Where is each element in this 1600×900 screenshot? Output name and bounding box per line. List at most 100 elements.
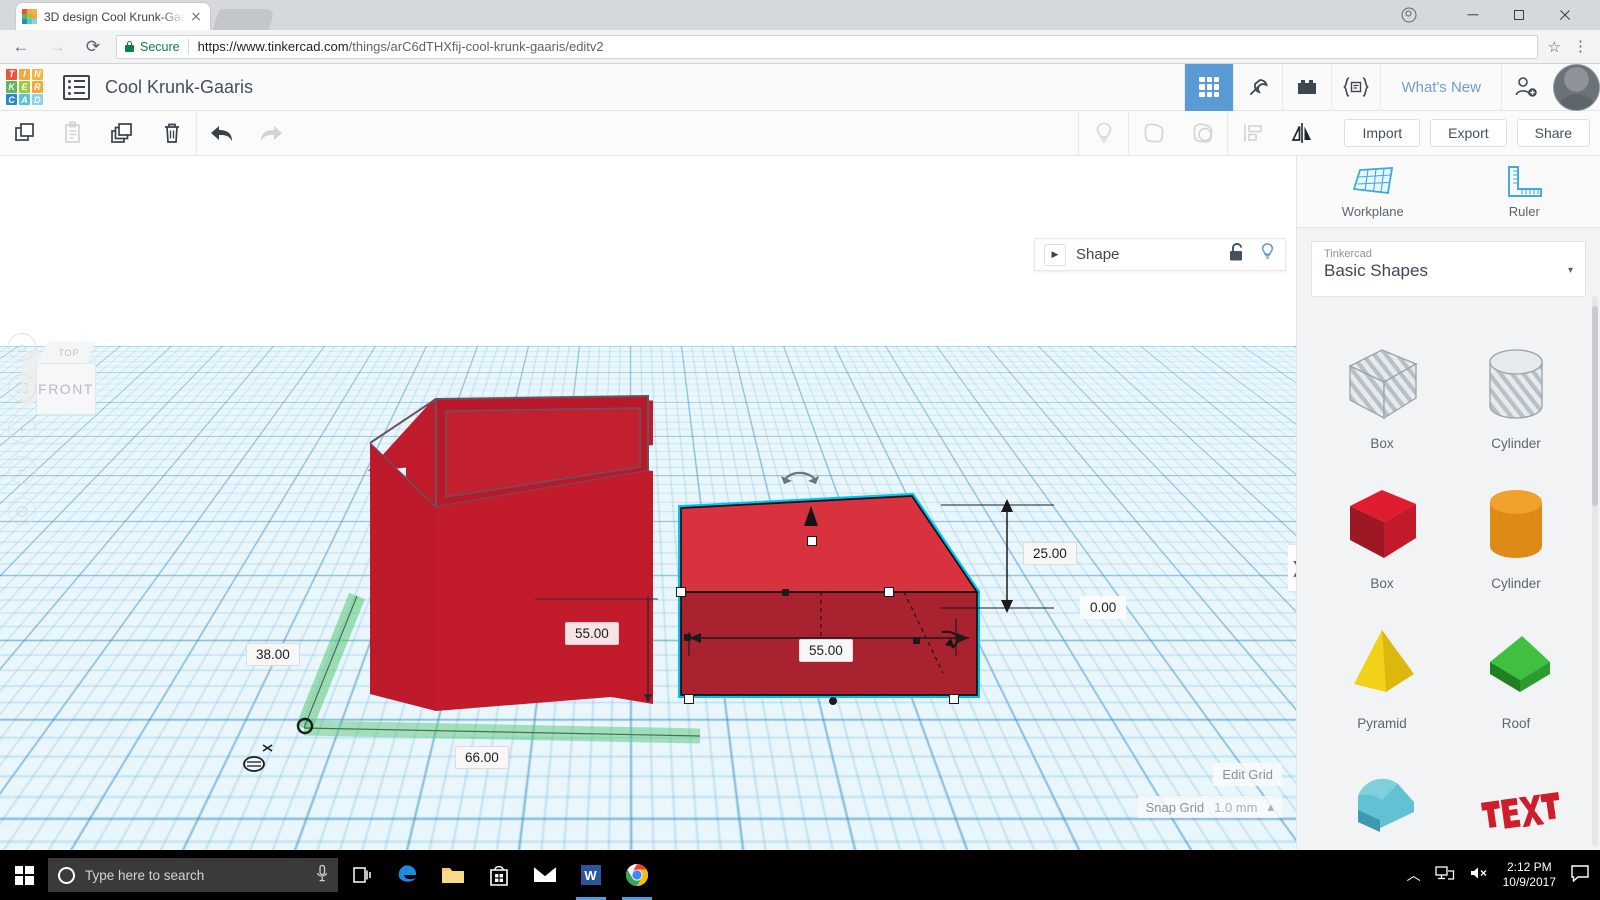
network-icon[interactable] <box>1434 865 1455 886</box>
window-minimize-button[interactable] <box>1450 0 1496 30</box>
minecraft-pickaxe-icon[interactable] <box>1233 63 1282 111</box>
edit-grid-button[interactable]: Edit Grid <box>1213 763 1282 786</box>
up-arrow-handle[interactable] <box>791 504 831 536</box>
chevron-down-icon[interactable]: ▾ <box>1568 265 1573 276</box>
word-icon[interactable]: W <box>568 850 614 900</box>
whats-new-link[interactable]: What's New <box>1380 63 1501 111</box>
shape-inspector-panel[interactable]: ▶ Shape <box>1034 238 1286 271</box>
dim-selected-height[interactable]: 25.00 <box>1023 542 1077 565</box>
lightbulb-icon[interactable] <box>1259 242 1276 267</box>
scale-handle-bottom-right[interactable] <box>949 694 959 704</box>
ungroup-icon[interactable] <box>1178 111 1227 156</box>
zoom-in-button[interactable]: + <box>8 415 36 443</box>
snap-grid-control[interactable]: Snap Grid 1.0 mm ▴ <box>1137 796 1282 818</box>
chevron-up-icon[interactable]: ▴ <box>1267 799 1274 815</box>
unlock-icon[interactable] <box>1228 242 1245 267</box>
action-center-icon[interactable] <box>1570 864 1590 887</box>
snap-grid-value[interactable]: 1.0 mm <box>1214 800 1257 815</box>
bookmark-star-icon[interactable]: ☆ <box>1548 38 1561 56</box>
dim-ruler-x[interactable]: 66.00 <box>455 746 509 769</box>
scale-handle-bottom-left[interactable] <box>684 694 694 704</box>
microphone-icon[interactable] <box>316 864 328 886</box>
close-icon[interactable] <box>188 9 204 25</box>
shape-item-round-roof[interactable]: Round Roof <box>1315 746 1449 850</box>
chrome-icon[interactable] <box>614 850 660 900</box>
group-icon[interactable] <box>1129 111 1178 156</box>
invite-person-icon[interactable] <box>1501 63 1550 111</box>
shape-item-cylinder-hole[interactable]: Cylinder <box>1449 326 1583 466</box>
mirror-icon[interactable] <box>1277 111 1326 156</box>
zoom-out-button[interactable]: − <box>8 456 36 484</box>
shape-item-cylinder[interactable]: Cylinder <box>1449 466 1583 606</box>
tinkercad-logo[interactable]: T I N K E R C A D <box>4 67 45 108</box>
share-button[interactable]: Share <box>1516 119 1590 147</box>
scale-handle-top-left[interactable] <box>676 587 686 597</box>
clock[interactable]: 2:12 PM 10/9/2017 <box>1503 860 1556 890</box>
scale-handle-top-right[interactable] <box>884 587 894 597</box>
window-close-button[interactable] <box>1542 0 1588 30</box>
dim-ruler-y[interactable]: 38.00 <box>246 643 300 666</box>
chevron-up-icon[interactable]: ︿ <box>1407 865 1421 885</box>
back-button[interactable]: ← <box>6 32 36 62</box>
rotate-handle-side[interactable] <box>936 626 968 658</box>
project-menu-icon[interactable] <box>63 74 90 100</box>
edge-browser-icon[interactable] <box>384 850 430 900</box>
sidebar-scrollbar-thumb[interactable] <box>1592 306 1598 506</box>
lightbulb-icon[interactable] <box>1079 111 1128 156</box>
shape-item-box-hole[interactable]: Box <box>1315 326 1449 466</box>
midpoint-handle-left[interactable] <box>684 634 691 641</box>
forward-button[interactable]: → <box>42 32 72 62</box>
browser-profile-button[interactable] <box>1386 0 1432 30</box>
midpoint-handle-bottom[interactable] <box>829 697 837 705</box>
shape-item-text[interactable]: Text <box>1449 746 1583 850</box>
paste-icon[interactable] <box>49 111 98 156</box>
view-cube-front[interactable]: FRONT <box>36 363 96 415</box>
task-view-icon[interactable] <box>338 850 384 900</box>
redo-icon[interactable] <box>246 111 295 156</box>
page-title[interactable]: Cool Krunk-Gaaris <box>105 77 253 98</box>
chrome-menu-icon[interactable]: ⋮ <box>1573 39 1588 54</box>
undo-icon[interactable] <box>197 111 246 156</box>
shape-box-selected[interactable] <box>676 471 981 708</box>
home-view-button[interactable]: ⌂ <box>8 333 36 361</box>
window-maximize-button[interactable] <box>1496 0 1542 30</box>
shape-library-select[interactable]: Tinkercad Basic Shapes ▾ <box>1311 241 1586 297</box>
file-explorer-icon[interactable] <box>430 850 476 900</box>
new-tab-button[interactable] <box>212 9 276 30</box>
microsoft-store-icon[interactable] <box>476 850 522 900</box>
avatar[interactable] <box>1553 63 1600 111</box>
lego-brick-icon[interactable] <box>1282 63 1331 111</box>
volume-muted-icon[interactable] <box>1469 865 1489 886</box>
shape-item-pyramid[interactable]: Pyramid <box>1315 606 1449 746</box>
dim-selected-width[interactable]: 55.00 <box>799 639 853 662</box>
reload-button[interactable]: ⟳ <box>78 32 108 62</box>
trash-icon[interactable] <box>147 111 196 156</box>
blocks-grid-icon[interactable] <box>1184 63 1234 111</box>
export-button[interactable]: Export <box>1430 119 1507 147</box>
shape-box-unselected[interactable] <box>368 394 658 711</box>
rotate-handle-top[interactable] <box>776 464 826 492</box>
mail-icon[interactable] <box>522 850 568 900</box>
dim-selected-z[interactable]: 0.00 <box>1080 596 1127 619</box>
start-button[interactable] <box>0 850 48 900</box>
midpoint-handle-side[interactable] <box>913 637 920 644</box>
workplane-tool[interactable]: Workplane <box>1297 156 1449 227</box>
orthographic-toggle-button[interactable]: ⬡ <box>8 497 36 525</box>
shape-item-roof[interactable]: Roof <box>1449 606 1583 746</box>
fit-to-view-button[interactable]: ⛶ <box>8 374 36 402</box>
import-button[interactable]: Import <box>1344 119 1421 147</box>
codeblocks-icon[interactable] <box>1331 63 1380 111</box>
duplicate-icon[interactable] <box>98 111 147 156</box>
view-cube-top[interactable]: TOP <box>36 341 96 365</box>
shape-item-box[interactable]: Box <box>1315 466 1449 606</box>
midpoint-handle-top[interactable] <box>782 589 789 596</box>
height-handle[interactable] <box>807 536 817 546</box>
address-bar[interactable]: Secure https://www.tinkercad.com/things/… <box>116 34 1538 59</box>
dim-box-a-height[interactable]: 55.00 <box>565 622 619 645</box>
chevron-right-icon[interactable]: ▶ <box>1044 243 1066 266</box>
browser-tab[interactable]: 3D design Cool Krunk-Gaaris <box>16 3 210 30</box>
ruler-tool[interactable]: Ruler <box>1449 156 1600 227</box>
search-input[interactable]: Type here to search <box>48 858 338 892</box>
copy-icon[interactable] <box>0 111 49 156</box>
align-icon[interactable] <box>1228 111 1277 156</box>
